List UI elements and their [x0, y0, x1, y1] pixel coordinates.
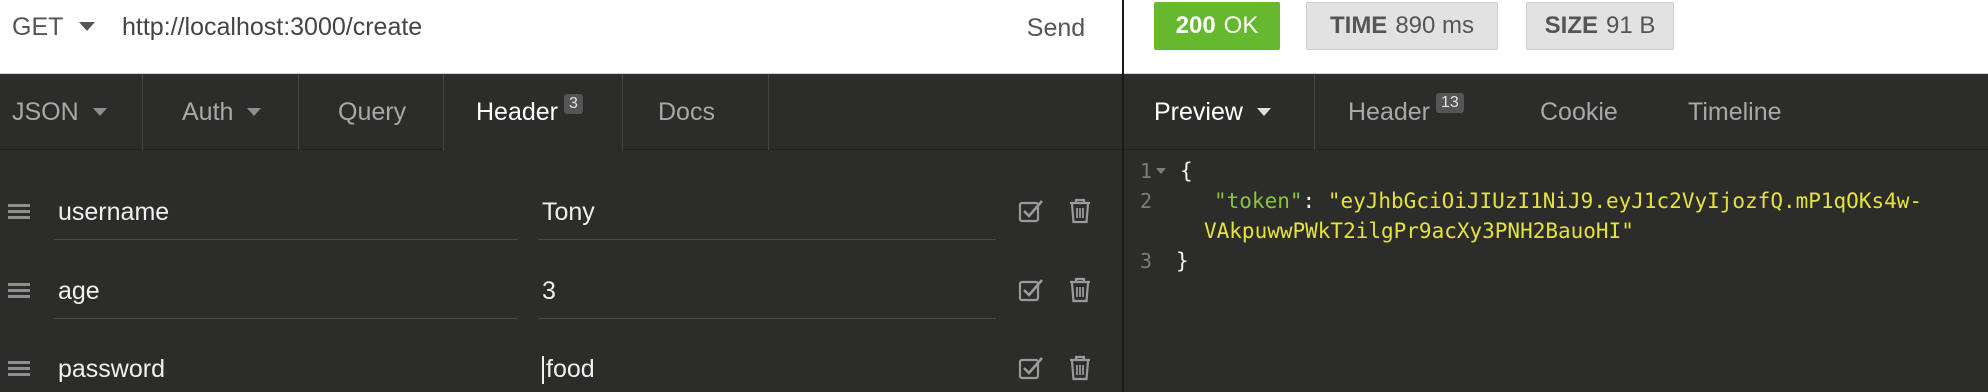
size-value: 91 B [1605, 12, 1656, 39]
tab-docs-label: Docs [658, 97, 715, 126]
header-row: age 3 [0, 251, 1122, 329]
tab-divider [768, 74, 769, 150]
trash-icon[interactable] [1068, 277, 1092, 303]
request-tabs: JSON Auth Query Header 3 Docs [0, 74, 1122, 151]
tab-auth[interactable]: Auth [182, 74, 262, 150]
tab-response-header[interactable]: Header 13 [1348, 74, 1464, 150]
time-badge: TIME 890 ms [1306, 2, 1498, 50]
trash-icon[interactable] [1068, 198, 1092, 224]
checkbox-checked-icon[interactable] [1018, 277, 1044, 303]
method-label: GET [12, 12, 64, 41]
response-tabs: Preview Header 13 Cookie Timeline [1124, 74, 1988, 150]
tab-header-label: Header [476, 98, 558, 126]
tab-auth-label: Auth [182, 97, 234, 126]
time-value: 890 ms [1395, 12, 1475, 39]
status-text: OK [1223, 12, 1259, 39]
code-line: 1 { [1124, 156, 1193, 186]
header-value-text: food [546, 355, 595, 383]
close-brace: } [1176, 249, 1189, 273]
json-colon: : [1302, 189, 1328, 213]
json-string: "eyJhbGciOiJIUzI1NiJ9.eyJ1c2VyIjozfQ.mP1… [1327, 189, 1923, 213]
checkbox-checked-icon[interactable] [1018, 355, 1044, 381]
tab-cookie-label: Cookie [1540, 97, 1618, 126]
header-name-field[interactable]: age [54, 265, 518, 319]
header-value-field[interactable]: 3 [538, 265, 996, 319]
tab-timeline[interactable]: Timeline [1688, 74, 1782, 150]
code-line: 3 } [1124, 246, 1189, 276]
tab-divider [298, 74, 299, 150]
send-button[interactable]: Send [1010, 8, 1102, 48]
chevron-down-icon [79, 21, 96, 31]
chevron-down-icon [92, 108, 107, 116]
response-pane: 200 OK TIME 890 ms SIZE 91 B Preview Hea… [1124, 0, 1988, 392]
response-header-count-badge: 13 [1436, 93, 1464, 113]
open-brace: { [1180, 159, 1193, 183]
url-bar: GET Send [0, 0, 1122, 74]
header-value-field[interactable]: Tony [538, 186, 996, 240]
response-status-bar: 200 OK TIME 890 ms SIZE 91 B [1124, 0, 1988, 74]
size-label: SIZE [1544, 12, 1598, 39]
code-line-wrapped: VAkpuwwPWkT2ilgPr9acXy3PNH2BauoHI" [1204, 216, 1634, 246]
chevron-down-icon [1256, 108, 1271, 116]
status-badge: 200 OK [1154, 2, 1280, 50]
checkbox-checked-icon[interactable] [1018, 198, 1044, 224]
drag-handle-icon[interactable] [8, 283, 30, 299]
trash-icon[interactable] [1068, 355, 1092, 381]
json-key: "token" [1214, 189, 1303, 213]
tab-header[interactable]: Header 3 [443, 74, 623, 151]
header-row: password food [0, 329, 1122, 392]
tab-divider [1314, 74, 1315, 150]
tab-cookie[interactable]: Cookie [1540, 74, 1618, 150]
time-label: TIME [1329, 12, 1388, 39]
header-name-field[interactable]: username [54, 186, 518, 240]
json-string-continued: VAkpuwwPWkT2ilgPr9acXy3PNH2BauoHI" [1204, 219, 1634, 243]
tab-divider [142, 74, 143, 150]
drag-handle-icon[interactable] [8, 204, 30, 220]
header-name-field[interactable]: password [54, 343, 518, 392]
drag-handle-icon[interactable] [8, 361, 30, 377]
request-pane: GET Send JSON Auth Query Header 3 Docs [0, 0, 1122, 392]
line-number: 1 [1139, 159, 1152, 183]
tab-json-label: JSON [12, 97, 79, 126]
method-dropdown[interactable]: GET [12, 12, 96, 42]
tab-timeline-label: Timeline [1688, 97, 1782, 126]
chevron-down-icon [247, 108, 262, 116]
code-line: 2 "token" : "eyJhbGciOiJIUzI1NiJ9.eyJ1c2… [1124, 186, 1922, 216]
header-count-badge: 3 [564, 93, 583, 114]
text-cursor [542, 355, 544, 384]
tab-query[interactable]: Query [338, 74, 406, 150]
tab-response-header-label: Header [1348, 97, 1430, 126]
header-row: username Tony [0, 172, 1122, 250]
line-number: 2 [1139, 189, 1152, 213]
header-value-field[interactable]: food [538, 343, 996, 392]
fold-toggle-icon[interactable] [1156, 168, 1166, 174]
line-number: 3 [1139, 249, 1152, 273]
tab-query-label: Query [338, 97, 407, 126]
size-badge: SIZE 91 B [1526, 2, 1674, 50]
response-body-viewer[interactable]: 1 { 2 "token" : "eyJhbGciOiJIUzI1NiJ9.ey… [1124, 150, 1988, 392]
tab-docs[interactable]: Docs [658, 74, 715, 150]
status-code: 200 [1175, 12, 1216, 39]
url-input[interactable] [122, 10, 982, 44]
tab-preview-label: Preview [1154, 97, 1243, 126]
tab-preview[interactable]: Preview [1154, 74, 1271, 150]
tab-json[interactable]: JSON [12, 74, 107, 150]
